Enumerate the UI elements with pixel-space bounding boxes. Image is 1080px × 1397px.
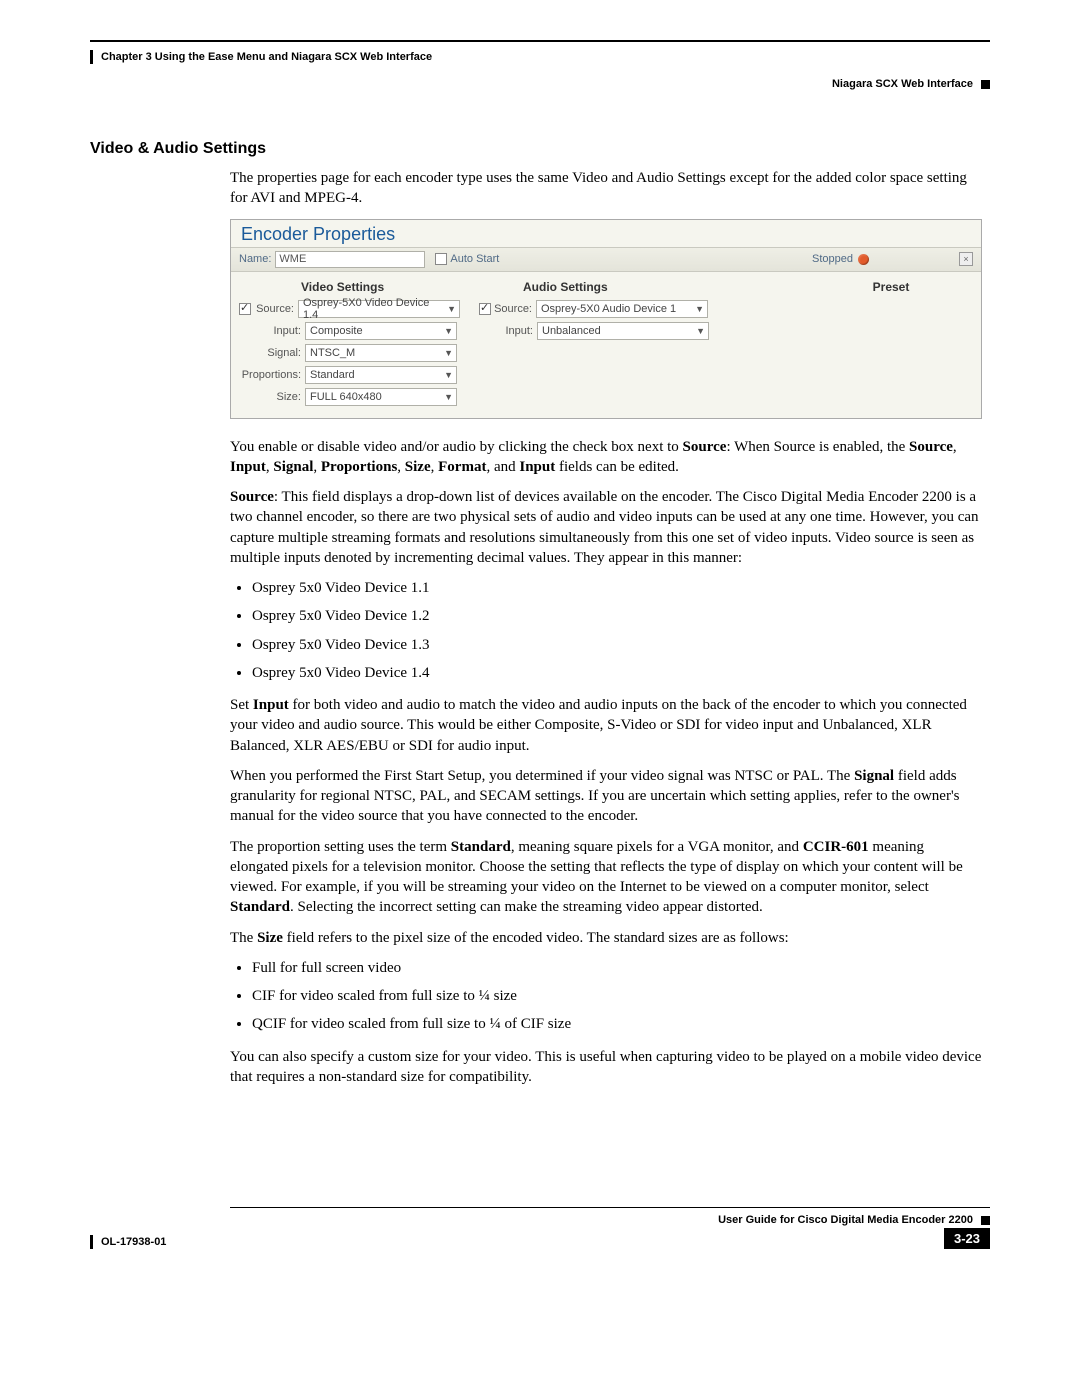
size-list: Full for full screen video CIF for video… bbox=[252, 958, 982, 1035]
chapter-row: Chapter 3 Using the Ease Menu and Niagar… bbox=[90, 50, 990, 64]
section-heading: Video & Audio Settings bbox=[90, 140, 990, 158]
video-source-checkbox[interactable] bbox=[239, 303, 251, 315]
stopped-text: Stopped bbox=[812, 253, 853, 265]
audio-input-select[interactable]: Unbalanced▼ bbox=[537, 322, 709, 340]
source-paragraph: Source: This field displays a drop-down … bbox=[230, 487, 982, 568]
page-number: 3-23 bbox=[944, 1228, 990, 1249]
stopped-indicator-icon bbox=[858, 254, 869, 265]
proportions-select[interactable]: Standard▼ bbox=[305, 366, 457, 384]
header-rule bbox=[90, 40, 990, 42]
status-stopped: Stopped bbox=[812, 253, 869, 265]
footer-rule bbox=[230, 1207, 990, 1208]
doc-number: OL-17938-01 bbox=[101, 1236, 166, 1248]
chevron-down-icon: ▼ bbox=[696, 326, 705, 336]
autostart-checkbox[interactable] bbox=[435, 253, 447, 265]
audio-source-label: Source: bbox=[494, 303, 532, 315]
encoder-toolbar: Name: Auto Start Stopped × bbox=[231, 248, 981, 272]
audio-input-label: Input: bbox=[479, 325, 533, 337]
chevron-down-icon: ▼ bbox=[695, 304, 704, 314]
square-icon bbox=[981, 1216, 990, 1225]
vertical-bar-icon bbox=[90, 50, 93, 64]
audio-settings-header: Audio Settings bbox=[523, 280, 809, 294]
list-item: CIF for video scaled from full size to ¼… bbox=[252, 986, 982, 1006]
chapter-text: Chapter 3 Using the Ease Menu and Niagar… bbox=[101, 51, 432, 63]
autostart-label: Auto Start bbox=[450, 253, 499, 265]
size-paragraph: The Size field refers to the pixel size … bbox=[230, 928, 982, 948]
doc-number-row: OL-17938-01 bbox=[90, 1235, 166, 1249]
custom-size-paragraph: You can also specify a custom size for y… bbox=[230, 1047, 982, 1088]
section-text: Niagara SCX Web Interface bbox=[832, 78, 973, 90]
list-item: QCIF for video scaled from full size to … bbox=[252, 1014, 982, 1034]
content-area: The properties page for each encoder typ… bbox=[230, 168, 982, 1087]
vertical-bar-icon bbox=[90, 1235, 93, 1249]
page-footer: OL-17938-01 User Guide for Cisco Digital… bbox=[90, 1207, 990, 1249]
name-input[interactable] bbox=[275, 251, 425, 268]
square-icon bbox=[981, 80, 990, 89]
video-source-label: Source: bbox=[254, 303, 294, 315]
list-item: Osprey 5x0 Video Device 1.1 bbox=[252, 578, 982, 598]
preset-header: Preset bbox=[809, 280, 973, 294]
encoder-title: Encoder Properties bbox=[231, 220, 981, 248]
proportion-paragraph: The proportion setting uses the term Sta… bbox=[230, 837, 982, 918]
name-label: Name: bbox=[239, 253, 271, 265]
size-label: Size: bbox=[239, 391, 301, 403]
video-input-select[interactable]: Composite▼ bbox=[305, 322, 457, 340]
list-item: Osprey 5x0 Video Device 1.4 bbox=[252, 663, 982, 683]
list-item: Osprey 5x0 Video Device 1.2 bbox=[252, 606, 982, 626]
device-list: Osprey 5x0 Video Device 1.1 Osprey 5x0 V… bbox=[252, 578, 982, 683]
guide-title-row: User Guide for Cisco Digital Media Encod… bbox=[718, 1214, 990, 1226]
chevron-down-icon: ▼ bbox=[447, 304, 456, 314]
chevron-down-icon: ▼ bbox=[444, 326, 453, 336]
signal-paragraph: When you performed the First Start Setup… bbox=[230, 766, 982, 827]
set-input-paragraph: Set Input for both video and audio to ma… bbox=[230, 695, 982, 756]
audio-column: Audio Settings Source: Osprey-5X0 Audio … bbox=[479, 278, 809, 410]
chevron-down-icon: ▼ bbox=[444, 392, 453, 402]
chevron-down-icon: ▼ bbox=[444, 370, 453, 380]
section-row: Niagara SCX Web Interface bbox=[90, 78, 990, 90]
enable-paragraph: You enable or disable video and/or audio… bbox=[230, 437, 982, 478]
signal-select[interactable]: NTSC_M▼ bbox=[305, 344, 457, 362]
close-icon[interactable]: × bbox=[959, 252, 973, 266]
video-column: Video Settings Source: Osprey-5X0 Video … bbox=[239, 278, 479, 410]
guide-title: User Guide for Cisco Digital Media Encod… bbox=[718, 1214, 973, 1226]
intro-paragraph: The properties page for each encoder typ… bbox=[230, 168, 982, 209]
preset-column: Preset bbox=[809, 278, 973, 410]
video-source-select[interactable]: Osprey-5X0 Video Device 1.4▼ bbox=[298, 300, 460, 318]
audio-source-checkbox[interactable] bbox=[479, 303, 491, 315]
chevron-down-icon: ▼ bbox=[444, 348, 453, 358]
video-settings-header: Video Settings bbox=[301, 280, 479, 294]
list-item: Osprey 5x0 Video Device 1.3 bbox=[252, 635, 982, 655]
signal-label: Signal: bbox=[239, 347, 301, 359]
encoder-properties-panel: Encoder Properties Name: Auto Start Stop… bbox=[230, 219, 982, 419]
list-item: Full for full screen video bbox=[252, 958, 982, 978]
size-select[interactable]: FULL 640x480▼ bbox=[305, 388, 457, 406]
proportions-label: Proportions: bbox=[239, 369, 301, 381]
video-input-label: Input: bbox=[239, 325, 301, 337]
audio-source-select[interactable]: Osprey-5X0 Audio Device 1▼ bbox=[536, 300, 708, 318]
